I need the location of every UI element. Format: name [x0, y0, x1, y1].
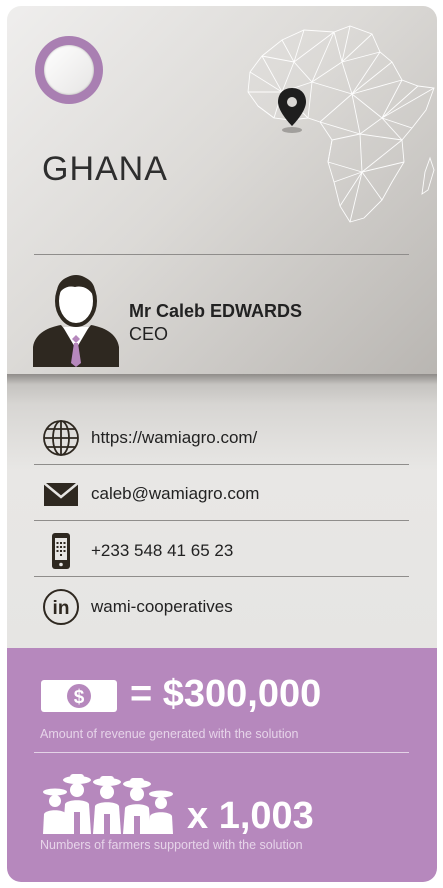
phone-number[interactable]: +233 548 41 65 23: [91, 541, 233, 561]
africa-map-icon: [247, 25, 435, 223]
divider: [34, 520, 409, 521]
location-pin-icon: [278, 88, 306, 133]
linkedin-icon: in: [43, 589, 79, 625]
divider: [34, 464, 409, 465]
divider: [34, 254, 409, 255]
divider: [34, 752, 409, 753]
contact-email[interactable]: caleb@wamiagro.com: [41, 474, 421, 514]
divider: [34, 576, 409, 577]
envelope-icon: [43, 482, 79, 506]
svg-text:$: $: [74, 687, 85, 708]
svg-text:in: in: [53, 598, 70, 619]
panel-shadow: [7, 374, 437, 404]
badge-circle: [35, 36, 103, 104]
farmers-value: x 1,003: [187, 795, 314, 837]
contact-phone[interactable]: +233 548 41 65 23: [41, 531, 421, 571]
country-name: GHANA: [42, 150, 168, 188]
farmers-caption: Numbers of farmers supported with the so…: [40, 838, 303, 852]
globe-icon: [43, 420, 79, 456]
contact-name: Mr Caleb EDWARDS: [129, 301, 303, 321]
contact-website[interactable]: https://wamiagro.com/: [41, 418, 421, 458]
company-card: GHANA Mr Caleb EDWARDS CEO https://wamia…: [7, 6, 437, 882]
money-icon: $: [41, 680, 117, 712]
farmers-group-icon: [43, 774, 173, 834]
linkedin-link[interactable]: wami-cooperatives: [91, 597, 233, 617]
website-link[interactable]: https://wamiagro.com/: [91, 428, 257, 448]
revenue-value: = $300,000: [130, 673, 322, 715]
revenue-caption: Amount of revenue generated with the sol…: [40, 727, 299, 741]
person-avatar-icon: [33, 275, 119, 367]
email-link[interactable]: caleb@wamiagro.com: [91, 484, 259, 504]
contact-linkedin[interactable]: in wami-cooperatives: [41, 587, 421, 627]
badge-inner-circle: [44, 45, 94, 95]
phone-icon: [52, 533, 70, 569]
contact-role: CEO: [129, 324, 169, 344]
